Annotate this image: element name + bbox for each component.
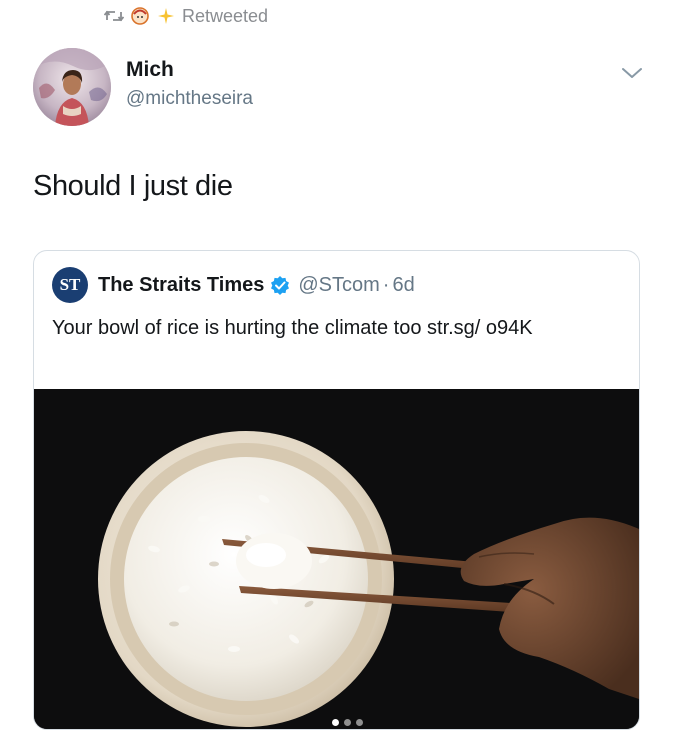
bowl-of-rice-with-chopsticks-photo (34, 389, 639, 729)
quoted-tweet-card[interactable]: ST The Straits Times @STcom · 6d Your bo… (33, 250, 640, 730)
retweet-icon (104, 10, 124, 22)
chevron-down-icon[interactable] (620, 64, 644, 82)
retweeted-label: Retweeted (182, 5, 269, 26)
carousel-dot[interactable] (344, 719, 351, 726)
quoted-tweet-header: ST The Straits Times @STcom · 6d (52, 267, 415, 303)
tweet-text: Should I just die (33, 170, 233, 202)
quoted-author-handle[interactable]: @STcom (298, 274, 379, 297)
verified-badge-icon (271, 276, 290, 295)
quoted-tweet-image[interactable] (34, 389, 639, 729)
separator-dot: · (382, 273, 390, 296)
sparkles-emoji-icon (158, 8, 174, 24)
retweet-context: Retweeted (104, 4, 268, 28)
author-handle[interactable]: @michtheseira (126, 88, 253, 110)
user-avatar (33, 48, 111, 126)
quoted-author-name[interactable]: The Straits Times (98, 274, 264, 297)
carousel-dot[interactable] (356, 719, 363, 726)
carousel-dot[interactable] (332, 719, 339, 726)
face-emoji-icon (131, 7, 149, 25)
author-name[interactable]: Mich (126, 58, 174, 82)
carousel-indicator[interactable] (332, 719, 363, 726)
quoted-timestamp[interactable]: 6d (392, 274, 414, 297)
straits-times-logo[interactable]: ST (52, 267, 88, 303)
quoted-tweet-text: Your bowl of rice is hurting the climate… (52, 317, 533, 339)
avatar[interactable] (33, 48, 111, 126)
